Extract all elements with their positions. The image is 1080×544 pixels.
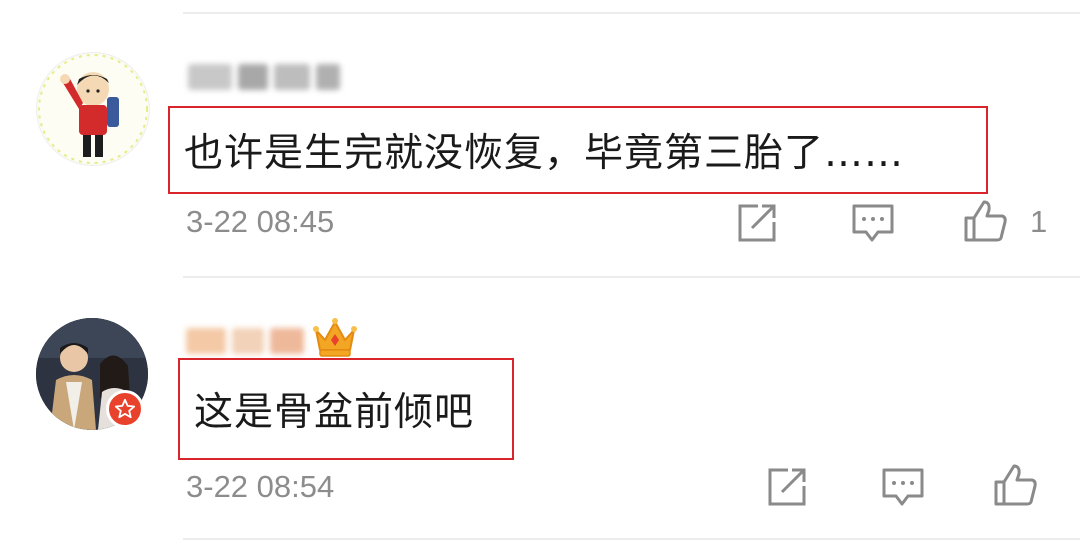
username-blurred[interactable] [186, 324, 304, 358]
like-icon[interactable] [992, 462, 1038, 508]
avatar[interactable] [36, 52, 150, 166]
divider-top [183, 12, 1080, 14]
comment-highlight-box: 也许是生完就没恢复，毕竟第三胎了…… [168, 106, 988, 194]
share-icon[interactable] [734, 200, 780, 246]
comment-highlight-box: 这是骨盆前倾吧 [178, 358, 514, 460]
like-count: 1 [1030, 204, 1048, 239]
share-icon[interactable] [764, 464, 810, 510]
reply-icon[interactable] [880, 464, 926, 510]
reply-icon[interactable] [850, 200, 896, 246]
comment-text: 也许是生完就没恢复，毕竟第三胎了…… [184, 131, 905, 176]
verified-star-icon [106, 390, 144, 428]
comment-timestamp: 3-22 08:54 [186, 469, 335, 504]
cartoon-boy-avatar-icon [38, 54, 148, 164]
crown-icon [313, 318, 357, 357]
like-icon[interactable] [962, 198, 1008, 244]
comment-text: 这是骨盆前倾吧 [194, 390, 475, 435]
username-blurred[interactable] [188, 60, 340, 94]
divider-middle [183, 276, 1080, 278]
comment-timestamp: 3-22 08:45 [186, 204, 335, 239]
divider-bottom [183, 538, 1080, 540]
